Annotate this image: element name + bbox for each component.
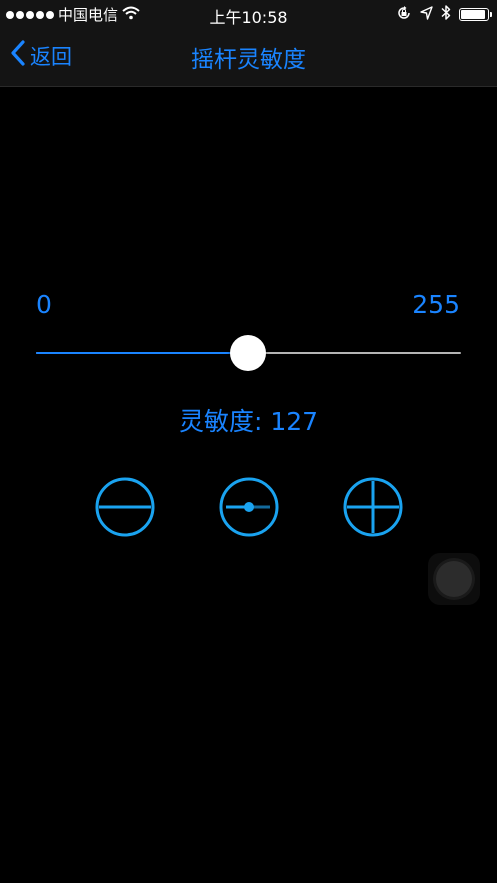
page-title: 摇杆灵敏度 bbox=[191, 47, 306, 73]
bluetooth-icon bbox=[441, 4, 451, 25]
sensitivity-value: 灵敏度: 127 bbox=[178, 407, 319, 436]
plus-circle-icon bbox=[343, 477, 403, 537]
assistive-touch-icon bbox=[436, 561, 472, 597]
slider-fill bbox=[36, 352, 248, 354]
slider-min-label: 0 bbox=[36, 290, 52, 319]
slider-thumb[interactable] bbox=[230, 335, 266, 371]
decrease-button[interactable] bbox=[94, 476, 156, 538]
status-right bbox=[396, 4, 492, 25]
center-circle-icon bbox=[219, 477, 279, 537]
nav-bar: 返回 摇杆灵敏度 bbox=[0, 28, 497, 87]
sensitivity-slider[interactable] bbox=[36, 335, 461, 371]
location-icon bbox=[420, 5, 433, 24]
slider-max-label: 255 bbox=[412, 290, 460, 319]
assistive-touch-button[interactable] bbox=[428, 553, 480, 605]
minus-circle-icon bbox=[95, 477, 155, 537]
battery-icon bbox=[459, 8, 492, 21]
rotation-lock-icon bbox=[396, 5, 412, 25]
status-bar: 中国电信 上午10:58 bbox=[0, 0, 497, 28]
reset-button[interactable] bbox=[218, 476, 280, 538]
increase-button[interactable] bbox=[342, 476, 404, 538]
